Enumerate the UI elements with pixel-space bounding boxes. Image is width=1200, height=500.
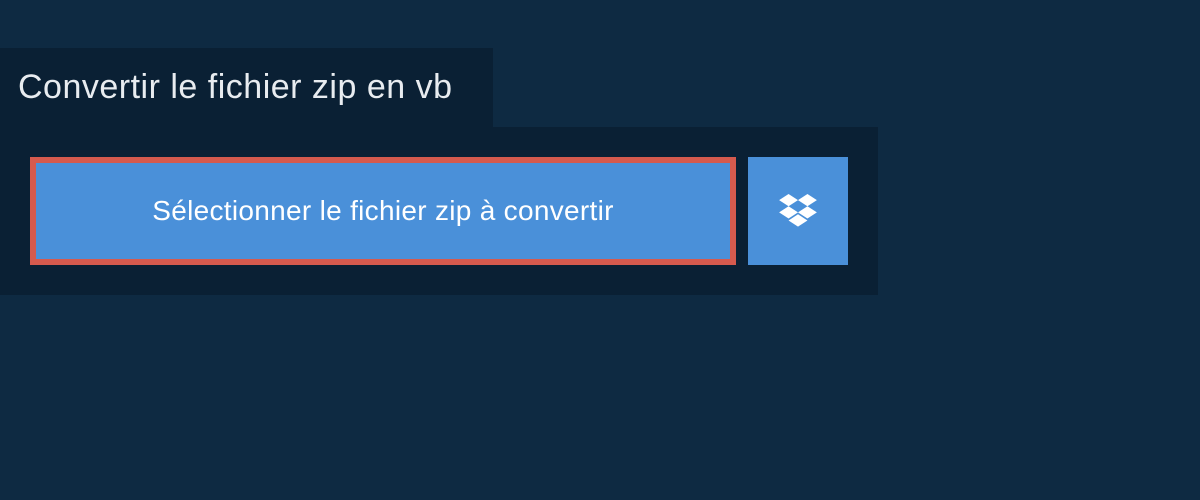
title-bar: Convertir le fichier zip en vb [0, 48, 493, 127]
button-row: Sélectionner le fichier zip à convertir [30, 157, 848, 265]
dropbox-icon [779, 194, 817, 228]
page-title: Convertir le fichier zip en vb [18, 68, 453, 106]
upload-panel: Sélectionner le fichier zip à convertir [0, 127, 878, 295]
dropbox-button[interactable] [748, 157, 848, 265]
select-file-label: Sélectionner le fichier zip à convertir [152, 195, 613, 227]
select-file-button[interactable]: Sélectionner le fichier zip à convertir [30, 157, 736, 265]
